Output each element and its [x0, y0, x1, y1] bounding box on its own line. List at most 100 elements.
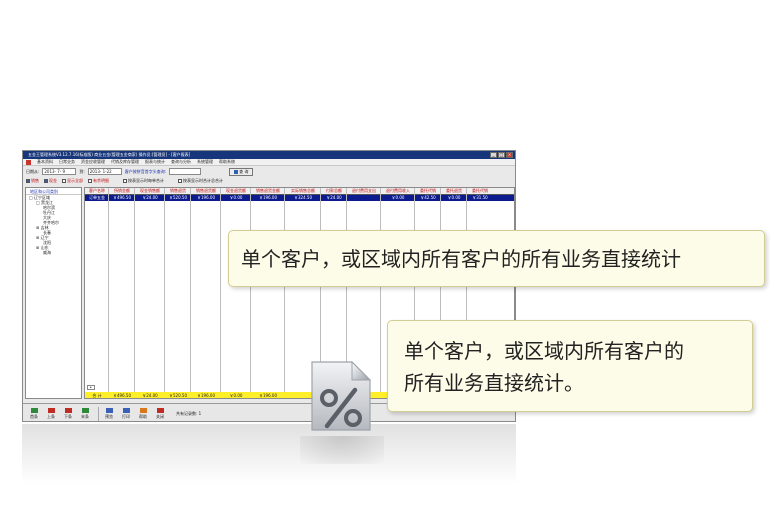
column-header: 委托退货 — [446, 188, 462, 193]
menu-item-consignment[interactable]: 代销及库存管理 — [111, 159, 139, 165]
table-cell: ￥0.00 — [391, 195, 405, 200]
total-cell: 合 计 — [92, 393, 102, 398]
callout-secondary-line-1: 单个客户，或区域内所有客户的 — [404, 339, 684, 363]
close-button[interactable]: 关闭 — [153, 406, 167, 422]
total-cell: ￥196.00 — [197, 393, 215, 398]
arrow-up-icon — [47, 407, 55, 413]
column-header: 委托代销 — [420, 188, 436, 193]
tree-items: □ 辽宁区域 □ 黑龙江 哈尔滨 牡丹江 大庆 齐齐哈尔 ⊞ 吉林 长春 ⊞ 辽宁 沈阳 ⊞ 山东威… — [26, 195, 81, 255]
table-cell: ￥496.50 — [113, 195, 131, 200]
query-button[interactable]: 查 询 — [229, 167, 254, 176]
callout-primary: 单个客户，或区域内所有客户的所有业务直接统计 — [228, 230, 765, 287]
table-cell: ￥196.00 — [197, 195, 215, 200]
date-from-input[interactable]: 2013- 7- 9 — [42, 168, 77, 175]
prev-record-button[interactable]: 上条 — [44, 406, 58, 422]
date-to-input[interactable]: 2013- 1-22 — [87, 168, 122, 175]
menu-item-reports[interactable]: 报表与统计 — [145, 159, 165, 165]
column-header: 委托代销 — [472, 188, 488, 193]
query-button-label: 查 询 — [239, 168, 249, 174]
grid-column-divider — [190, 188, 191, 398]
column-header: 现金退货额 — [226, 188, 246, 193]
table-cell: ￥42.50 — [420, 195, 436, 200]
print-customer-checkbox-icon — [123, 179, 127, 183]
menu-item-help[interactable]: 帮助系统 — [219, 159, 235, 165]
cash-checkbox-icon — [44, 179, 48, 183]
total-cell: ￥520.50 — [169, 393, 187, 398]
grid-column-divider — [220, 188, 221, 398]
table-cell: ￥24.00 — [142, 195, 158, 200]
toolbar-divider — [98, 406, 99, 421]
grid-header-row: 客户名称 所销金额 现金销售额 销售退货 销售退货额 现金退货额 销售退货金额 实际销售总额 付… — [85, 188, 514, 195]
column-header: 销售退货 — [170, 188, 186, 193]
option-sales[interactable]: 销售 — [26, 178, 39, 184]
column-header: 退付费用收入 — [386, 188, 410, 193]
callout-secondary-line-2: 所有业务直接统计。 — [404, 371, 584, 395]
sales-checkbox-icon — [26, 179, 30, 183]
print-button[interactable]: 打印 — [119, 406, 133, 422]
table-cell: ￥24.00 — [326, 195, 342, 200]
app-titlebar: 五金王管理系统V3.12.7.16(标准版) 商业五金(管理五金商家) 操作员:… — [23, 151, 515, 159]
preview-button[interactable]: 预览 — [102, 406, 116, 422]
arrow-first-icon — [30, 407, 38, 413]
date-to-label: 到: — [79, 168, 85, 174]
table-cell: ￥520.50 — [169, 195, 187, 200]
option-cash[interactable]: 现金 — [44, 178, 57, 184]
region-tree[interactable]: 地区和公司类别 □ 辽宁区域 □ 黑龙江 哈尔滨 牡丹江 大庆 齐齐哈尔 ⊞ 吉林 长春 ⊞ 辽… — [25, 187, 82, 399]
help-button[interactable]: 帮助 — [136, 406, 150, 422]
table-cell: ￥196.00 — [259, 195, 277, 200]
menu-bar: 基本资料 日常业务 资金应收管理 代销及库存管理 报表与统计 查询与分析 系统管… — [23, 159, 515, 166]
date-from-label: 日期从: — [26, 168, 40, 174]
table-row[interactable]: 订单五金 ￥496.50 ￥24.00 ￥520.50 ￥196.00 ￥0.00 ￥196… — [85, 195, 514, 201]
option-has-detail[interactable]: 有余明细 — [88, 178, 109, 184]
next-record-button[interactable]: 下条 — [61, 406, 75, 422]
grid-column-divider — [164, 188, 165, 398]
customer-search-label: 客户按拼音首字头查询: — [124, 168, 167, 174]
option-print-by-product[interactable]: 按表显示时合计总合计 — [178, 178, 223, 184]
table-cell: ￥0.00 — [229, 195, 243, 200]
column-header: 销售退货金额 — [256, 188, 280, 193]
table-cell — [347, 195, 381, 201]
grid-column-divider — [380, 188, 381, 398]
table-cell: ￥324.50 — [294, 195, 312, 200]
menu-item-system[interactable]: 系统管理 — [197, 159, 213, 165]
callout-primary-text: 单个客户，或区域内所有客户的所有业务直接统计 — [241, 247, 681, 271]
maximize-button[interactable]: □ — [498, 152, 505, 158]
option-show-all[interactable]: 显示全部 — [62, 178, 83, 184]
total-cell: ￥0.00 — [229, 393, 243, 398]
column-header: 所销金额 — [114, 188, 130, 193]
arrow-last-icon — [81, 407, 89, 413]
menu-item-receivables[interactable]: 资金应收管理 — [81, 159, 105, 165]
printer-icon — [122, 407, 130, 413]
tree-item[interactable]: 威海 — [26, 250, 81, 255]
first-record-button[interactable]: 首条 — [27, 406, 41, 422]
app-title: 五金王管理系统V3.12.7.16(标准版) 商业五金(管理五金商家) 操作员:… — [28, 152, 191, 157]
column-header: 付款总额 — [326, 188, 342, 193]
menu-item-basic[interactable]: 基本资料 — [37, 159, 53, 165]
app-logo-icon — [26, 159, 31, 165]
promo-stage: 五金王管理系统V3.12.7.16(标准版) 商业五金(管理五金商家) 操作员:… — [0, 0, 784, 514]
screenshot-reflection — [22, 424, 516, 484]
close-window-button[interactable]: × — [506, 152, 513, 158]
has-detail-checkbox-icon — [88, 179, 92, 183]
arrow-down-icon — [64, 407, 72, 413]
customer-search-input[interactable] — [169, 168, 202, 175]
grid-column-divider — [284, 188, 285, 398]
table-cell: ￥0.00 — [447, 195, 461, 200]
grid-column-divider — [134, 188, 135, 398]
option-print-by-customer[interactable]: 按表显示时每单合计 — [123, 178, 164, 184]
grid-column-divider — [108, 188, 109, 398]
table-cell: 订单五金 — [89, 195, 105, 200]
grid-scroll-indicator[interactable]: ▸ — [87, 385, 95, 390]
minimize-button[interactable]: _ — [490, 152, 497, 158]
grid-column-divider — [250, 188, 251, 398]
column-header: 实际销售总额 — [291, 188, 315, 193]
total-cell: ￥24.00 — [142, 393, 158, 398]
menu-item-daily[interactable]: 日常业务 — [59, 159, 75, 165]
table-cell: ￥31.50 — [472, 195, 488, 200]
last-record-button[interactable]: 末条 — [78, 406, 92, 422]
options-bar: 销售 现金 显示全部 有余明细 按表显示时每单合计 按表显示时合计总合计 — [23, 177, 515, 185]
menu-item-query[interactable]: 查询与分析 — [171, 159, 191, 165]
filter-bar: 日期从: 2013- 7- 9 到: 2013- 1-22 客户按拼音首字头查询… — [23, 166, 515, 177]
column-header: 现金销售额 — [140, 188, 160, 193]
query-icon — [234, 169, 239, 174]
